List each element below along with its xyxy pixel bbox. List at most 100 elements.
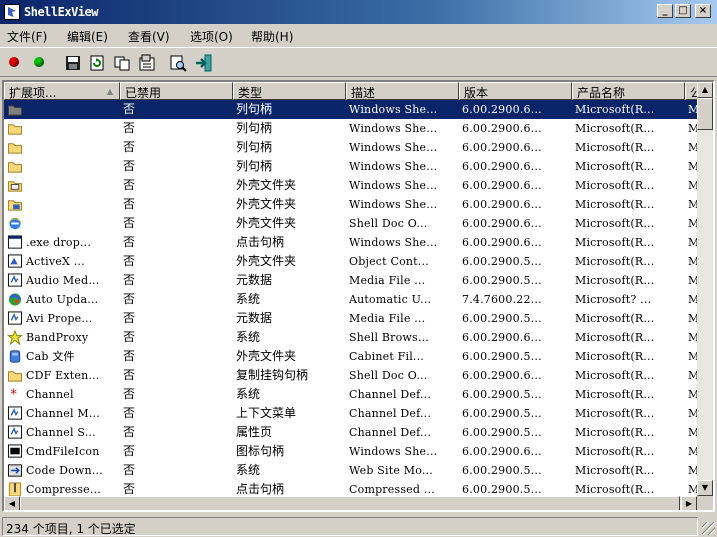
cell-text: 否: [123, 254, 136, 268]
cell-text: 系统: [236, 292, 261, 306]
cell-product: Microsoft(R...: [575, 328, 685, 347]
cell-company: M:: [688, 328, 697, 347]
refresh-icon[interactable]: [87, 53, 107, 73]
column-header-disabled[interactable]: 已禁用: [120, 82, 233, 100]
table-row[interactable]: Auto Upda... 否 系统 Automatic U... 7.4.7600.22…: [4, 290, 697, 309]
cell-text: M:: [688, 426, 697, 439]
app-icon[interactable]: [4, 4, 20, 20]
cell-disabled: 否: [123, 252, 233, 271]
table-row[interactable]: 否 列句柄 Windows She... 6.00.2900.6... Microsof…: [4, 157, 697, 176]
horizontal-scrollbar[interactable]: ◀ ▶: [4, 496, 697, 510]
cell-version: 6.00.2900.6...: [462, 366, 572, 385]
close-button[interactable]: ×: [695, 4, 711, 18]
table-row[interactable]: CmdFileIcon 否 图标句柄 Windows She... 6.00.2900.…: [4, 442, 697, 461]
cell-product: Microsoft(R...: [575, 176, 685, 195]
scroll-right-button[interactable]: ▶: [681, 496, 697, 510]
folder-icon: [7, 143, 23, 154]
cell-type: 系统: [236, 385, 346, 404]
cell-type: 外壳文件夹: [236, 252, 346, 271]
column-header-product[interactable]: 产品名称: [572, 82, 685, 100]
table-row[interactable]: * Channel 否 系统 Channel Def... 6.00.2900.5... M…: [4, 385, 697, 404]
menu-options[interactable]: 选项(O): [190, 28, 233, 45]
cell-disabled: 否: [123, 214, 233, 233]
scroll-down-button[interactable]: ▼: [697, 480, 713, 496]
horizontal-scroll-thumb[interactable]: [20, 496, 680, 510]
menu-help[interactable]: 帮助(H): [251, 28, 293, 45]
table-row[interactable]: Compresse... 否 点击句柄 Compressed ... 6.00.2900…: [4, 480, 697, 496]
cell-text: 否: [123, 197, 136, 211]
menu-view[interactable]: 查看(V): [128, 28, 170, 45]
vertical-scrollbar[interactable]: ▲ ▼: [697, 82, 713, 496]
table-row[interactable]: Channel S... 否 属性页 Channel Def... 6.00.2900.…: [4, 423, 697, 442]
green-dot-icon[interactable]: [34, 57, 44, 67]
cell-company: M:: [688, 195, 697, 214]
cell-product: Microsoft(R...: [575, 138, 685, 157]
maximize-button[interactable]: □: [675, 4, 691, 18]
cell-text: Microsoft(R...: [575, 103, 655, 116]
scroll-left-button[interactable]: ◀: [4, 496, 20, 510]
cell-company: M:: [688, 423, 697, 442]
cell-text: Microsoft(R...: [575, 198, 655, 211]
column-header-description[interactable]: 描述: [346, 82, 459, 100]
column-header-type[interactable]: 类型: [233, 82, 346, 100]
column-header-version[interactable]: 版本: [459, 82, 572, 100]
table-row[interactable]: 否 列句柄 Windows She... 6.00.2900.6... Microsof…: [4, 119, 697, 138]
extension-list[interactable]: 扩展项... ▲ 已禁用 类型 描述 版本 产品名称 公 否列句柄 Windows …: [2, 80, 715, 512]
table-row[interactable]: Cab 文件 否 外壳文件夹 Cabinet Fil... 6.00.2900.5...…: [4, 347, 697, 366]
cell-name: [4, 195, 120, 214]
cell-version: 6.00.2900.6...: [462, 176, 572, 195]
table-row[interactable]: 否 外壳文件夹 Shell Doc O... 6.00.2900.6... Micros…: [4, 214, 697, 233]
title-bar[interactable]: ShellExView _ □ ×: [0, 0, 717, 24]
scroll-corner: [697, 496, 713, 510]
find-icon[interactable]: [168, 53, 188, 73]
cell-text: 元数据: [236, 311, 273, 325]
cell-type: 复制挂钩句柄: [236, 366, 346, 385]
cell-text: Compresse...: [26, 483, 101, 496]
table-row[interactable]: 否 外壳文件夹 Windows She... 6.00.2900.6... Micros…: [4, 195, 697, 214]
cell-desc: Compressed ...: [349, 480, 459, 496]
table-row[interactable]: Avi Prope... 否 元数据 Media File ... 6.00.2900.…: [4, 309, 697, 328]
scroll-up-button[interactable]: ▲: [697, 82, 713, 98]
exit-icon[interactable]: [194, 53, 214, 73]
minimize-button[interactable]: _: [657, 4, 673, 18]
vertical-scroll-thumb[interactable]: [697, 98, 713, 130]
cell-text: 否: [123, 368, 136, 382]
cab-icon: [9, 350, 21, 363]
cell-company: M:: [688, 404, 697, 423]
table-row[interactable]: Code Down... 否 系统 Web Site Mo... 6.00.2900.5…: [4, 461, 697, 480]
cell-disabled: 否: [123, 347, 233, 366]
save-icon[interactable]: [63, 53, 83, 73]
cell-text: 否: [123, 425, 136, 439]
resize-grip[interactable]: [702, 522, 715, 535]
cell-type: 列句柄: [236, 157, 346, 176]
cell-type: 列句柄: [236, 138, 346, 157]
properties-icon[interactable]: [137, 53, 157, 73]
table-row[interactable]: 否 列句柄 Windows She... 6.00.2900.6... Microsof…: [4, 138, 697, 157]
menu-edit[interactable]: 编辑(E): [67, 28, 108, 45]
table-row[interactable]: Audio Med... 否 元数据 Media File ... 6.00.2900.…: [4, 271, 697, 290]
cell-product: Microsoft(R...: [575, 195, 685, 214]
cell-name: Avi Prope...: [4, 309, 120, 328]
copy-icon[interactable]: [112, 53, 132, 73]
column-header-name[interactable]: 扩展项... ▲: [4, 82, 120, 100]
cell-text: 图标句柄: [236, 444, 285, 458]
menu-file[interactable]: 文件(F): [7, 28, 47, 45]
cell-version: 6.00.2900.6...: [462, 157, 572, 176]
cell-text: Microsoft(R...: [575, 274, 655, 287]
table-row[interactable]: CDF Exten... 否 复制挂钩句柄 Shell Doc O... 6.00.29…: [4, 366, 697, 385]
cell-text: BandProxy: [26, 331, 89, 344]
table-row[interactable]: .exe drop... 否 点击句柄 Windows She... 6.00.2900…: [4, 233, 697, 252]
cell-text: M:: [688, 198, 697, 211]
table-row[interactable]: Channel M... 否 上下文菜单 Channel Def... 6.00.290…: [4, 404, 697, 423]
cell-name: [4, 214, 120, 233]
red-dot-icon[interactable]: [9, 57, 19, 67]
cell-disabled: 否: [123, 157, 233, 176]
cell-disabled: 否: [123, 176, 233, 195]
table-row[interactable]: ActiveX ... 否 外壳文件夹 Object Cont... 6.00.2900…: [4, 252, 697, 271]
cell-text: Microsoft(R...: [575, 236, 655, 249]
cell-desc: Media File ...: [349, 271, 459, 290]
table-row[interactable]: 否 外壳文件夹 Windows She... 6.00.2900.6... Micros…: [4, 176, 697, 195]
cell-desc: Media File ...: [349, 309, 459, 328]
table-row[interactable]: BandProxy 否 系统 Shell Brows... 6.00.2900.6...…: [4, 328, 697, 347]
table-row[interactable]: 否 列句柄 Windows She... 6.00.2900.6... Microsof…: [4, 100, 697, 119]
